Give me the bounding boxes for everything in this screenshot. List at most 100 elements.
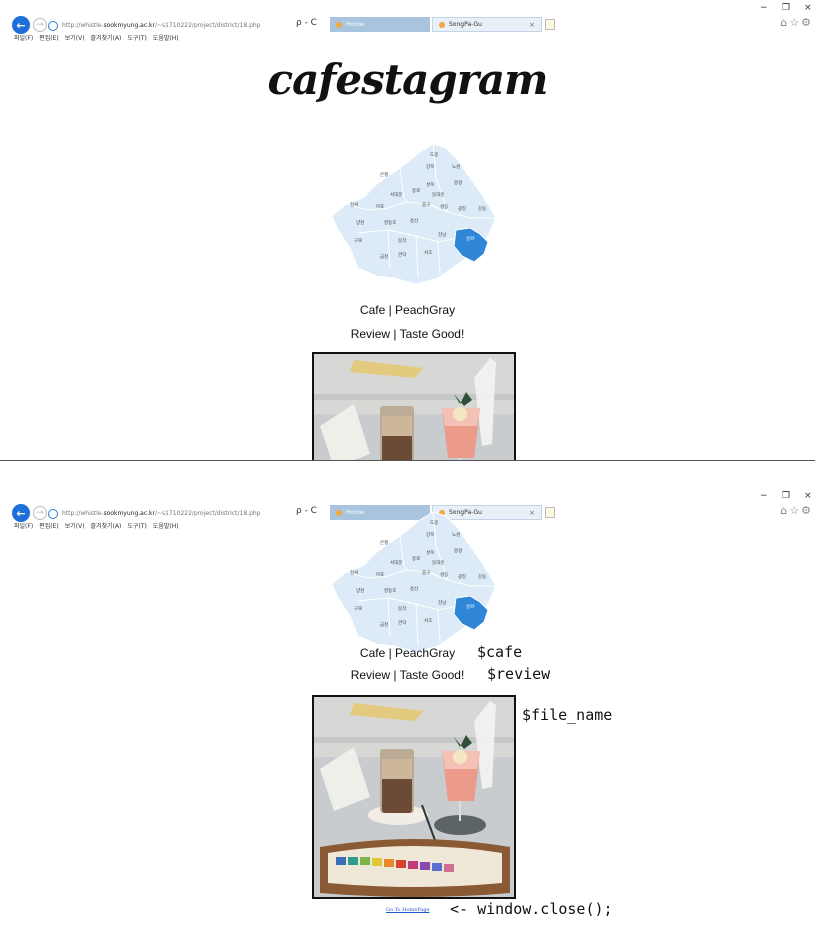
map-district-label: 동대문 — [432, 559, 444, 566]
map-district-label: 서초 — [424, 617, 432, 624]
review-line: Review | Taste Good! — [350, 327, 465, 341]
map-district-label: 관악 — [398, 251, 406, 258]
map-district-label: 중구 — [422, 570, 430, 576]
page-icon — [439, 21, 445, 28]
map-district-label: 송파 — [466, 235, 475, 242]
map-district-label: 서대문 — [390, 559, 402, 566]
restore-button[interactable]: ❐ — [782, 3, 790, 13]
menu-view[interactable]: 보기(V) — [65, 521, 85, 530]
address-bar[interactable]: http://whistle.sookmyung.ac.kr/~s1710222… — [48, 506, 333, 521]
map-district-label: 마포 — [376, 571, 384, 578]
menu-tools[interactable]: 도구(T) — [127, 33, 146, 42]
close-tab-icon[interactable]: × — [529, 21, 535, 29]
seoul-district-map[interactable]: 도봉강북 노원은평성북 중랑서대문 종로동대문강서 마포 중구 성동 광진 강동양천 영등포 용산송… — [328, 138, 500, 286]
arrow-right-icon: → — [36, 508, 44, 518]
cafe-line: Cafe | PeachGray — [359, 303, 456, 317]
map-district-label: 강동 — [478, 573, 486, 580]
back-button[interactable]: ← — [12, 504, 30, 522]
map-district-label: 금천 — [380, 253, 388, 260]
map-district-label: 관악 — [398, 619, 406, 626]
browser-chrome: ← → http://whistle.sookmyung.ac.kr/~s171… — [0, 0, 815, 44]
menu-favorites[interactable]: 즐겨찾기(A) — [91, 521, 122, 530]
map-district-label: 금천 — [380, 621, 388, 628]
window-close-annotation: <- window.close(); — [450, 900, 613, 918]
close-tab-icon[interactable]: × — [529, 509, 535, 517]
back-button[interactable]: ← — [12, 16, 30, 34]
map-district-label: 영등포 — [384, 587, 396, 594]
map-district-label: 영등포 — [384, 219, 396, 226]
map-district-label: 용산 — [410, 217, 418, 224]
menu-favorites[interactable]: 즐겨찾기(A) — [91, 33, 122, 42]
map-district-label: 양천 — [356, 219, 364, 226]
tab-home[interactable]: Home — [330, 17, 430, 32]
menu-file[interactable]: 파일(F) — [14, 521, 33, 530]
toolbar-icons[interactable]: ⌂☆⚙ — [780, 16, 813, 29]
map-district-label: 중랑 — [454, 179, 462, 186]
cafe-photo — [312, 695, 516, 899]
map-district-label: 강북 — [426, 163, 434, 170]
map-district-label: 도봉 — [430, 520, 438, 526]
menu-tools[interactable]: 도구(T) — [127, 521, 146, 530]
map-district-label: 마포 — [376, 203, 384, 210]
menu-view[interactable]: 보기(V) — [65, 33, 85, 42]
toolbar-icons[interactable]: ⌂☆⚙ — [780, 504, 813, 517]
file-name-variable-annotation: $file_name — [522, 706, 613, 724]
map-district-label: 종로 — [412, 188, 420, 194]
ie-icon — [48, 508, 58, 519]
map-district-label: 광진 — [458, 205, 466, 212]
screenshot-top: ← → http://whistle.sookmyung.ac.kr/~s171… — [0, 0, 815, 460]
new-tab-button[interactable] — [545, 507, 555, 518]
map-district-label: 광진 — [458, 573, 466, 580]
search-refresh-icons[interactable]: ρ - C — [296, 506, 317, 516]
map-district-label: 종로 — [412, 556, 420, 562]
map-district-label: 성북 — [426, 549, 434, 556]
map-district-label: 동작 — [398, 237, 406, 244]
forward-button[interactable]: → — [33, 506, 47, 520]
cafe-photo-image — [314, 697, 514, 897]
menu-help[interactable]: 도움말(H) — [153, 521, 179, 530]
tab-songpa-gu[interactable]: SongPa-Gu × — [432, 17, 542, 32]
menu-edit[interactable]: 편집(E) — [39, 521, 59, 530]
screenshot-divider — [0, 460, 815, 461]
restore-button[interactable]: ❐ — [782, 491, 790, 501]
map-district-label: 용산 — [410, 585, 418, 592]
minimize-button[interactable]: − — [760, 3, 768, 13]
map-district-label: 성동 — [440, 571, 448, 578]
map-district-label: 강북 — [426, 531, 434, 538]
ie-icon — [48, 20, 58, 31]
new-tab-button[interactable] — [545, 19, 555, 30]
close-window-button[interactable]: × — [804, 3, 812, 13]
map-district-label: 성북 — [426, 181, 434, 188]
menu-help[interactable]: 도움말(H) — [153, 33, 179, 42]
map-district-label: 중랑 — [454, 547, 462, 554]
map-district-label: 강남 — [438, 231, 446, 238]
map-district-label: 서초 — [424, 249, 432, 256]
map-district-label: 동작 — [398, 605, 406, 612]
map-district-label: 강서 — [350, 569, 358, 576]
map-district-label: 도봉 — [430, 152, 438, 158]
arrow-right-icon: → — [36, 20, 44, 30]
map-district-label: 구로 — [354, 238, 362, 244]
go-to-homepage-link[interactable]: Go To HomePage — [386, 907, 430, 913]
map-district-label: 노원 — [452, 163, 460, 170]
page-logo: cafestagram — [267, 55, 549, 104]
page-icon — [336, 21, 342, 28]
address-url: http://whistle.sookmyung.ac.kr/~s1710222… — [62, 22, 261, 29]
map-district-label: 구로 — [354, 606, 362, 612]
forward-button[interactable]: → — [33, 18, 47, 32]
menu-edit[interactable]: 편집(E) — [39, 33, 59, 42]
address-bar[interactable]: http://whistle.sookmyung.ac.kr/~s1710222… — [48, 18, 333, 33]
address-url: http://whistle.sookmyung.ac.kr/~s1710222… — [62, 510, 261, 517]
close-window-button[interactable]: × — [804, 491, 812, 501]
cafe-line: Cafe | PeachGray — [359, 646, 456, 660]
seoul-district-map[interactable]: 도봉강북 노원은평성북 중랑서대문 종로동대문강서 마포 중구 성동 광진 강동양천 영등포 용산송… — [328, 506, 500, 654]
map-district-label: 송파 — [466, 603, 475, 610]
map-district-label: 서대문 — [390, 191, 402, 198]
map-district-label: 성동 — [440, 203, 448, 210]
cafe-photo-image — [314, 354, 514, 460]
minimize-button[interactable]: − — [760, 491, 768, 501]
arrow-left-icon: ← — [16, 18, 26, 32]
menu-file[interactable]: 파일(F) — [14, 33, 33, 42]
map-district-label: 강남 — [438, 599, 446, 606]
search-refresh-icons[interactable]: ρ - C — [296, 18, 317, 28]
